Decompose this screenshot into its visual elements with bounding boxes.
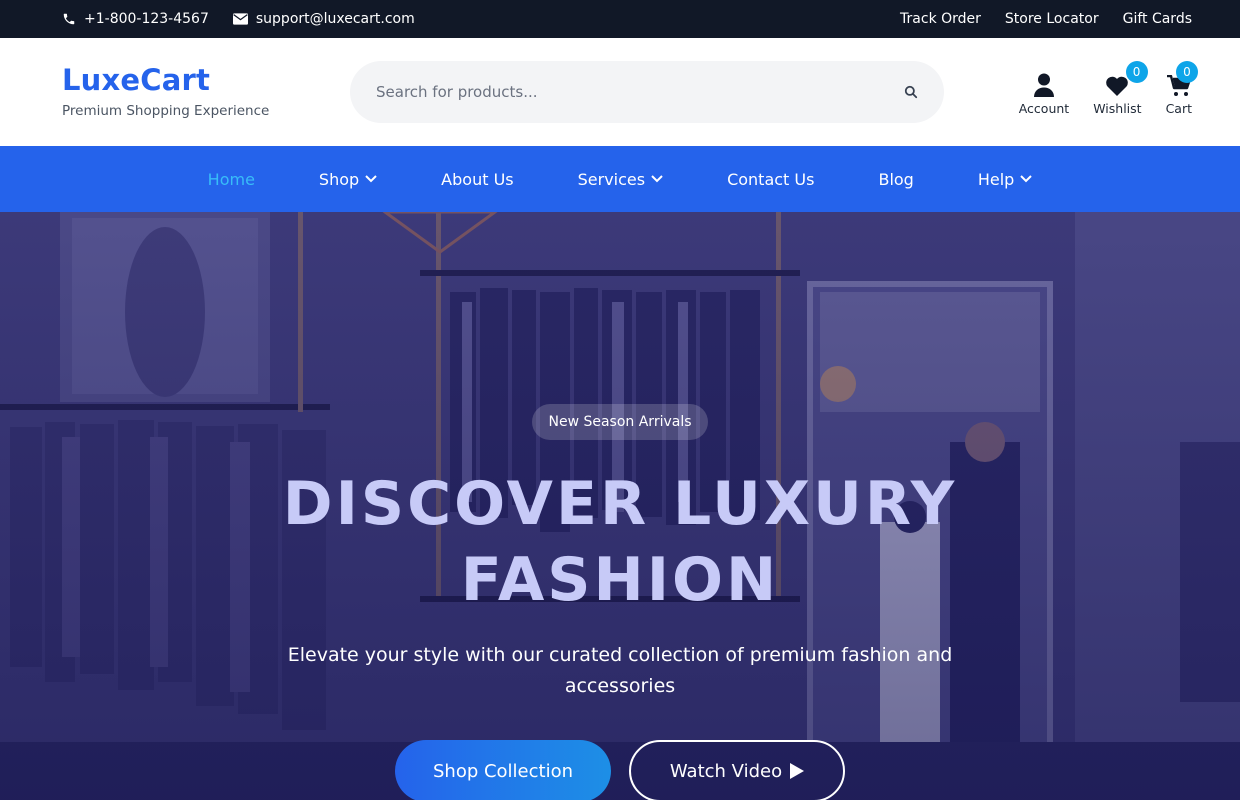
cart-label: Cart [1165,100,1192,116]
hero-content: New Season Arrivals DISCOVER LUXURY FASH… [0,404,1240,800]
nav-item-services[interactable]: Services [578,170,663,189]
user-icon [1033,73,1054,97]
phone-contact[interactable]: +1-800-123-4567 [62,11,209,27]
account-label: Account [1018,100,1070,116]
email-contact[interactable]: support@luxecart.com [232,11,415,27]
store-locator-link[interactable]: Store Locator [1005,11,1099,27]
main-nav: Home Shop About Us Services Contact Us B… [0,146,1240,212]
envelope-icon [232,13,248,25]
wishlist-count-badge: 0 [1125,60,1148,83]
nav-item-help[interactable]: Help [977,169,1033,189]
wishlist-button[interactable]: 0 Wishlist [1093,60,1148,116]
heart-icon [1106,76,1129,96]
tagline: Premium Shopping Experience [62,102,270,119]
chevron-down-icon [365,175,377,183]
nav-label: Blog [878,169,914,189]
watch-video-label: Watch Video [669,760,783,782]
wishlist-label: Wishlist [1093,100,1142,116]
email-address: support@luxecart.com [255,11,415,27]
cart-button[interactable]: 0 Cart [1165,60,1198,116]
new-season-badge: New Season Arrivals [532,404,708,440]
account-button[interactable]: Account [1019,69,1069,116]
nav-item-blog[interactable]: Blog [878,170,913,189]
brand[interactable]: LuxeCart Premium Shopping Experience [62,64,350,119]
phone-number: +1-800-123-4567 [84,11,209,27]
logo[interactable]: LuxeCart [62,64,350,97]
chevron-down-icon [1020,175,1033,183]
shop-collection-label: Shop Collection [432,760,574,782]
nav-label: Services [577,169,646,189]
hero-title: DISCOVER LUXURY FASHION [282,469,958,615]
nav-label: Help [977,169,1015,189]
search-icon[interactable] [904,85,918,99]
hero-subtitle: Elevate your style with our curated coll… [287,644,953,697]
nav-item-home[interactable]: Home [208,170,255,189]
site-header: LuxeCart Premium Shopping Experience Acc… [0,38,1240,146]
top-bar: +1-800-123-4567 support@luxecart.com Tra… [0,0,1240,38]
nav-item-about[interactable]: About Us [441,170,513,189]
search-input[interactable] [376,83,904,101]
nav-item-contact[interactable]: Contact Us [727,170,814,189]
hero-banner: New Season Arrivals DISCOVER LUXURY FASH… [0,212,1240,800]
track-order-link[interactable]: Track Order [900,11,981,27]
nav-label: Contact Us [727,169,815,189]
search-bar [350,61,944,123]
nav-label: Shop [318,169,360,189]
shop-collection-button[interactable]: Shop Collection [395,740,611,800]
hero-cta-row: Shop Collection Watch Video [0,740,1240,800]
nav-label: About Us [441,169,514,189]
gift-cards-link[interactable]: Gift Cards [1123,11,1192,27]
chevron-down-icon [651,175,663,183]
cart-count-badge: 0 [1176,60,1198,83]
phone-icon [63,13,75,25]
watch-video-button[interactable]: Watch Video [629,740,845,800]
nav-item-shop[interactable]: Shop [319,170,377,189]
play-icon [790,763,805,779]
nav-label: Home [207,169,255,189]
